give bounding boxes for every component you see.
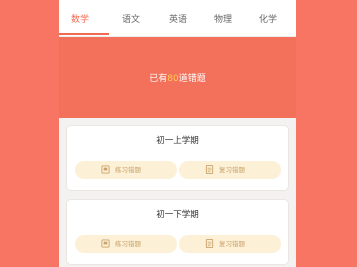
app-screen: 数学 语文 英语 物理 化学 已有80道错题 初一上学期 练习错题 复习错题 初… [59, 0, 296, 267]
practice-label: 练习错题 [115, 240, 141, 248]
tab-english[interactable]: 英语 [169, 14, 187, 26]
review-icon [205, 239, 214, 248]
practice-icon [101, 239, 110, 248]
mistake-count-text: 已有80道错题 [59, 73, 296, 85]
active-tab-indicator [59, 33, 109, 35]
semester-title: 初一上学期 [156, 136, 199, 146]
review-label: 复习错题 [219, 166, 245, 174]
review-mistakes-button[interactable]: 复习错题 [179, 161, 281, 179]
mistake-count: 80 [167, 74, 179, 84]
practice-mistakes-button[interactable]: 练习错题 [75, 235, 177, 253]
subject-tab-bar: 数学 语文 英语 物理 化学 [59, 0, 296, 37]
review-mistakes-button[interactable]: 复习错题 [179, 235, 281, 253]
practice-mistakes-button[interactable]: 练习错题 [75, 161, 177, 179]
tab-math[interactable]: 数学 [71, 14, 89, 26]
review-icon [205, 165, 214, 174]
semester-title: 初一下学期 [156, 210, 199, 220]
semester-card: 初一上学期 练习错题 复习错题 [67, 126, 288, 190]
review-label: 复习错题 [219, 240, 245, 248]
mistake-count-banner: 已有80道错题 [59, 37, 296, 118]
tab-chemistry[interactable]: 化学 [259, 14, 277, 26]
practice-label: 练习错题 [115, 166, 141, 174]
tab-chinese[interactable]: 语文 [122, 14, 140, 26]
practice-icon [101, 165, 110, 174]
semester-card: 初一下学期 练习错题 复习错题 [67, 200, 288, 264]
banner-prefix: 已有 [149, 74, 168, 84]
banner-suffix: 道错题 [178, 74, 206, 84]
tab-physics[interactable]: 物理 [214, 14, 232, 26]
